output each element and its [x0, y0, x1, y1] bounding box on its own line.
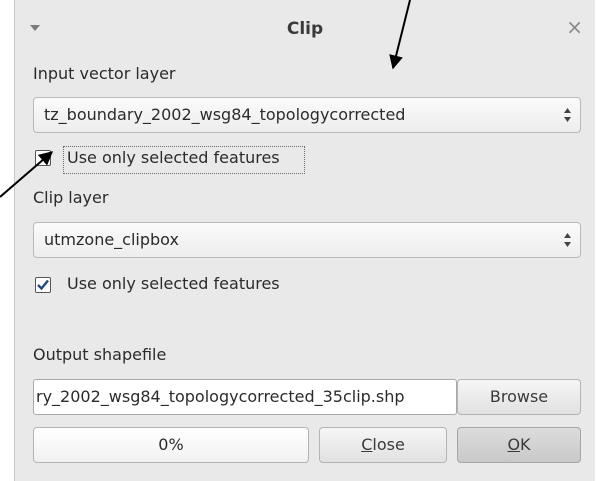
- close-rest: lose: [372, 435, 405, 454]
- ok-accel: O: [507, 435, 521, 454]
- progress-text: 0%: [158, 435, 184, 454]
- ok-button[interactable]: OK: [457, 427, 581, 463]
- spin-arrows-icon: [564, 233, 571, 247]
- output-shapefile-label: Output shapefile: [33, 345, 167, 364]
- input-vector-layer-label: Input vector layer: [33, 64, 176, 83]
- close-icon[interactable]: ×: [566, 17, 583, 37]
- input-layer-select[interactable]: tz_boundary_2002_wsg84_topologycorrected: [33, 97, 581, 133]
- dialog-title: Clip: [286, 19, 324, 39]
- clip-dialog: Clip × Input vector layer tz_boundary_20…: [14, 0, 595, 481]
- clip-layer-label: Clip layer: [33, 188, 109, 207]
- clip-layer-value: utmzone_clipbox: [44, 230, 179, 249]
- clip-layer-select[interactable]: utmzone_clipbox: [33, 222, 581, 258]
- input-layer-value: tz_boundary_2002_wsg84_topologycorrected: [44, 105, 406, 124]
- close-button[interactable]: Close: [319, 427, 447, 463]
- spin-arrows-icon: [564, 108, 571, 122]
- clip-use-selected-label[interactable]: Use only selected features: [67, 274, 280, 293]
- input-use-selected-label[interactable]: Use only selected features: [67, 148, 280, 167]
- close-accel: C: [361, 435, 373, 454]
- title-bar[interactable]: Clip ×: [15, 3, 595, 55]
- clip-use-selected-checkbox[interactable]: [35, 277, 51, 293]
- browse-button[interactable]: Browse: [457, 379, 581, 415]
- input-use-selected-checkbox[interactable]: [35, 150, 51, 166]
- checkmark-icon: [37, 279, 49, 291]
- ok-rest: K: [520, 435, 531, 454]
- progress-bar: 0%: [33, 427, 309, 463]
- output-shapefile-input[interactable]: ry_2002_wsg84_topologycorrected_35clip.s…: [33, 379, 457, 415]
